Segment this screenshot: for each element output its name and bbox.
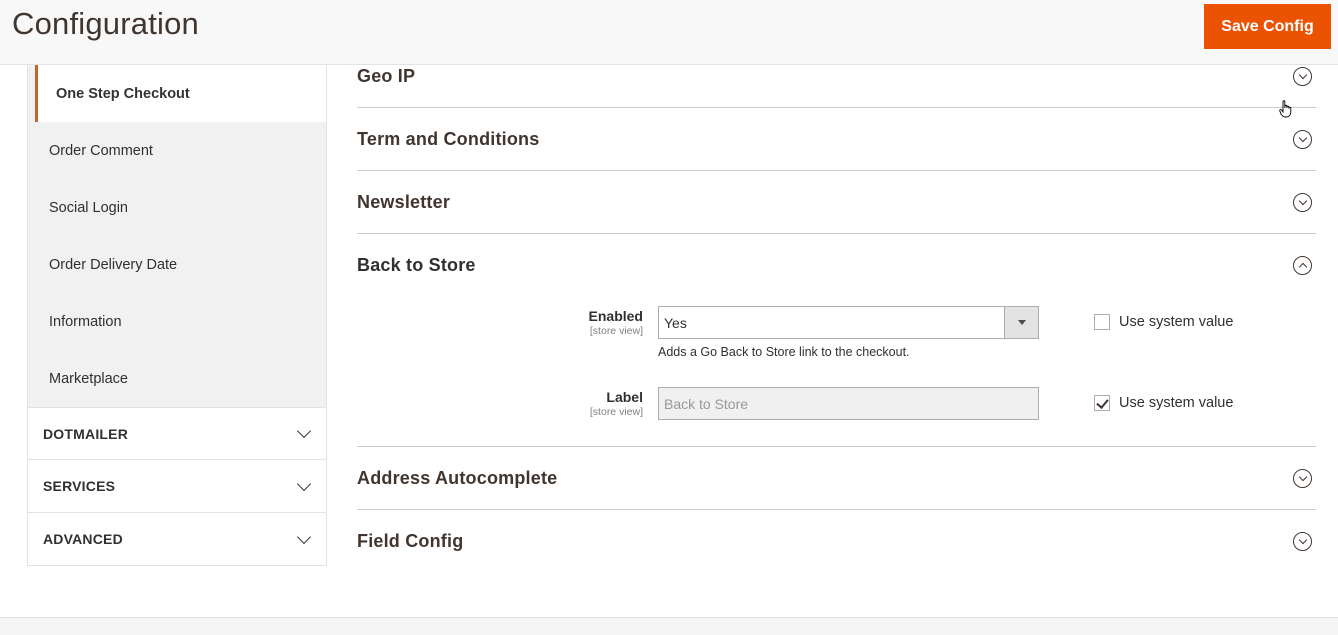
expand-circle-icon[interactable] (1293, 129, 1312, 149)
enabled-select[interactable]: Yes (658, 306, 1039, 339)
sidebar-item-label: Order Delivery Date (49, 256, 178, 273)
sidebar-item-label: One Step Checkout (56, 85, 190, 102)
back-to-store-fields: Enabled [store view] Yes Adds a Go Back … (357, 296, 1316, 446)
sidebar-item-information[interactable]: Information (28, 293, 326, 350)
sidebar-item-label: Information (49, 313, 122, 330)
section-title: Field Config (357, 530, 464, 551)
expand-circle-icon[interactable] (1293, 468, 1312, 488)
collapse-circle-icon[interactable] (1293, 255, 1312, 275)
label-input[interactable] (658, 387, 1039, 420)
sidebar-group-label: SERVICES (43, 478, 116, 494)
expand-circle-icon[interactable] (1293, 192, 1312, 212)
section-header-newsletter[interactable]: Newsletter (357, 171, 1316, 233)
sidebar-group-label: ADVANCED (43, 531, 123, 547)
sidebar-item-order-delivery-date[interactable]: Order Delivery Date (28, 236, 326, 293)
sidebar-group-dotmailer[interactable]: DOTMAILER (27, 407, 327, 460)
label-use-system-value[interactable]: Use system value (1094, 395, 1233, 411)
expand-circle-icon[interactable] (1293, 531, 1312, 551)
sidebar-item-label: Marketplace (49, 370, 128, 387)
field-scope: [store view] (589, 325, 643, 337)
section-title: Geo IP (357, 65, 416, 86)
section-header-field-config[interactable]: Field Config (357, 510, 1316, 572)
sidebar-group-services[interactable]: SERVICES (27, 460, 327, 513)
section-header-address-autocomplete[interactable]: Address Autocomplete (357, 447, 1316, 509)
enabled-use-system-value[interactable]: Use system value (1094, 314, 1233, 330)
section-term-and-conditions: Term and Conditions (357, 108, 1316, 171)
sidebar-group-advanced[interactable]: ADVANCED (27, 513, 327, 566)
field-label-text: Enabled (588, 308, 643, 324)
expand-circle-icon[interactable] (1293, 66, 1312, 86)
sidebar-item-marketplace[interactable]: Marketplace (28, 350, 326, 407)
sidebar-item-order-comment[interactable]: Order Comment (28, 122, 326, 179)
field-row-label: Label [store view] Use system value (357, 387, 1316, 420)
use-system-value-checkbox[interactable] (1094, 395, 1110, 411)
chevron-down-icon (296, 476, 312, 491)
section-title: Back to Store (357, 254, 476, 275)
section-header-geo-ip[interactable]: Geo IP (357, 45, 1316, 107)
sidebar-group-label: DOTMAILER (43, 425, 129, 442)
sidebar-item-label: Order Comment (49, 142, 153, 159)
page-title: Configuration (12, 6, 199, 41)
sidebar-item-label: Social Login (49, 199, 128, 216)
config-main: Geo IP Term and Conditions Newsletter Ba… (357, 65, 1316, 572)
section-newsletter: Newsletter (357, 171, 1316, 234)
hand-cursor-icon (1279, 100, 1292, 118)
field-note: Adds a Go Back to Store link to the chec… (658, 345, 910, 359)
checkbox-label: Use system value (1119, 314, 1234, 330)
sidebar-item-one-step-checkout[interactable]: One Step Checkout (35, 65, 326, 122)
checkbox-label: Use system value (1119, 395, 1234, 411)
section-back-to-store: Back to Store Enabled [store view] Yes A… (357, 234, 1316, 447)
page-footer (0, 617, 1338, 635)
save-config-button[interactable]: Save Config (1204, 4, 1331, 49)
select-value: Yes (664, 314, 687, 331)
chevron-down-icon (296, 423, 312, 439)
section-header-term-and-conditions[interactable]: Term and Conditions (357, 108, 1316, 170)
dropdown-arrow-icon[interactable] (1004, 307, 1038, 338)
field-label-label: Label [store view] (357, 387, 658, 418)
config-sidebar: One Step Checkout Order Comment Social L… (27, 65, 327, 566)
section-title: Address Autocomplete (357, 467, 558, 488)
field-scope: [store view] (589, 406, 643, 418)
field-label-text: Label (606, 389, 643, 405)
section-title: Term and Conditions (357, 128, 540, 149)
field-control-label (658, 387, 1039, 420)
section-header-back-to-store[interactable]: Back to Store (357, 234, 1316, 296)
section-address-autocomplete: Address Autocomplete (357, 447, 1316, 510)
chevron-down-icon (296, 529, 312, 544)
field-control-enabled: Yes Adds a Go Back to Store link to the … (658, 306, 1039, 359)
use-system-value-checkbox[interactable] (1094, 314, 1110, 330)
section-geo-ip: Geo IP (357, 45, 1316, 108)
field-label-enabled: Enabled [store view] (357, 306, 658, 337)
section-field-config: Field Config (357, 510, 1316, 572)
one-step-checkout-submenu: One Step Checkout Order Comment Social L… (27, 65, 327, 407)
sidebar-item-social-login[interactable]: Social Login (28, 179, 326, 236)
section-title: Newsletter (357, 191, 451, 212)
field-row-enabled: Enabled [store view] Yes Adds a Go Back … (357, 306, 1316, 387)
